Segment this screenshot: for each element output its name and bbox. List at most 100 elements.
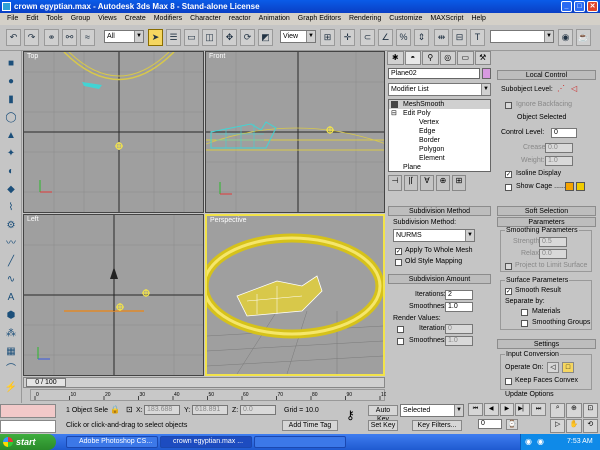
maximize-button[interactable]: □	[574, 1, 585, 12]
display-tab-icon[interactable]: ▭	[457, 51, 474, 65]
create-spline-icon[interactable]: ∿	[3, 273, 19, 287]
text-tool-icon[interactable]: T	[470, 29, 485, 46]
render-smoothness-checkbox[interactable]	[397, 338, 404, 345]
arc-rotate-icon[interactable]: ⟲	[582, 418, 598, 433]
smoothing-groups-checkbox[interactable]	[521, 320, 528, 327]
select-by-name-icon[interactable]: ☰	[166, 29, 181, 46]
reference-coordinate-dropdown[interactable]: View ▼	[280, 30, 316, 43]
render-iterations-checkbox[interactable]	[397, 326, 404, 333]
play-icon[interactable]: ▶	[499, 403, 515, 416]
create-cone-icon[interactable]: ▲	[3, 129, 19, 143]
tray-icon[interactable]: ◉	[525, 437, 532, 446]
stack-item-element[interactable]: Element	[389, 154, 490, 163]
set-key-button[interactable]: Set Key	[368, 420, 398, 431]
create-tab-icon[interactable]: ✱	[387, 51, 404, 65]
menu-modifiers[interactable]: Modifiers	[150, 13, 186, 25]
render-iterations-spinner[interactable]: 0	[445, 324, 473, 334]
menu-edit[interactable]: Edit	[22, 13, 42, 25]
task-photoshop[interactable]: Adobe Photoshop CS...	[66, 436, 158, 448]
create-dynamics-icon[interactable]: ⚡	[3, 381, 19, 395]
smooth-result-checkbox[interactable]: ✓	[505, 288, 512, 295]
menu-reactor[interactable]: reactor	[225, 13, 255, 25]
rollout-parameters[interactable]: Parameters	[497, 217, 596, 227]
auto-key-button[interactable]: Auto Key	[368, 405, 398, 423]
create-patch-icon[interactable]: ▦	[3, 345, 19, 359]
menu-animation[interactable]: Animation	[255, 13, 294, 25]
select-move-icon[interactable]: ✥	[222, 29, 237, 46]
subdivision-method-dropdown[interactable]: NURMS ▼	[393, 229, 475, 242]
create-shape-icon[interactable]: 〰	[3, 237, 19, 251]
x-coordinate-field[interactable]: 183.688	[144, 405, 180, 415]
redo-icon[interactable]: ↷	[24, 29, 39, 46]
maxscript-listener-mini[interactable]	[0, 404, 56, 418]
add-time-tag-button[interactable]: Add Time Tag	[282, 420, 338, 431]
next-frame-icon[interactable]: ▶▏	[515, 403, 531, 416]
remove-modifier-icon[interactable]: ⊕	[436, 175, 450, 191]
rollout-local-control[interactable]: Local Control	[497, 70, 596, 80]
key-filters-button[interactable]: Key Filters...	[412, 420, 462, 431]
zoom-icon[interactable]: ⌕	[550, 403, 566, 418]
menu-views[interactable]: Views	[94, 13, 121, 25]
pan-icon[interactable]: ✋	[566, 418, 582, 433]
vertex-subobject-icon[interactable]: ⋰	[557, 84, 565, 93]
create-torus-icon[interactable]: ◯	[3, 111, 19, 125]
stack-item-edit-poly[interactable]: ⊟ Edit Poly	[389, 109, 490, 118]
rollout-settings[interactable]: Settings	[497, 339, 596, 349]
viewport-top[interactable]: Top	[23, 51, 204, 213]
relax-spinner[interactable]: 0.0	[539, 249, 567, 259]
smoothness-spinner[interactable]: 1.0	[445, 302, 473, 312]
menu-group[interactable]: Group	[67, 13, 94, 25]
spinner-snap-icon[interactable]: ⇕	[414, 29, 429, 46]
snap-toggle-icon[interactable]: ⊂	[360, 29, 375, 46]
rollout-subdivision-amount[interactable]: Subdivision Amount	[388, 274, 491, 284]
mirror-icon[interactable]: ⇹	[434, 29, 449, 46]
create-particle-icon[interactable]: ⁂	[3, 327, 19, 341]
select-scale-icon[interactable]: ◩	[258, 29, 273, 46]
stack-item-vertex[interactable]: Vertex	[389, 118, 490, 127]
zoom-extents-icon[interactable]: ⊡	[582, 403, 598, 418]
cage-color-swatch-1[interactable]	[565, 182, 574, 191]
pivot-center-icon[interactable]: ⊞	[320, 29, 335, 46]
pin-stack-icon[interactable]: ⊣	[388, 175, 402, 191]
operate-on-polygons-icon[interactable]: □	[562, 362, 574, 373]
select-link-icon[interactable]: ⚭	[44, 29, 59, 46]
menu-maxscript[interactable]: MAXScript	[426, 13, 467, 25]
align-icon[interactable]: ⊟	[452, 29, 467, 46]
minimize-button[interactable]: _	[561, 1, 572, 12]
unlink-icon[interactable]: ⚯	[62, 29, 77, 46]
start-button[interactable]: start	[0, 434, 56, 450]
stack-item-polygon[interactable]: Polygon	[389, 145, 490, 154]
render-smoothness-spinner[interactable]: 1.0	[445, 336, 473, 346]
previous-frame-icon[interactable]: ◀	[483, 403, 499, 416]
go-to-end-icon[interactable]: ⏭	[531, 403, 546, 416]
stack-item-meshsmooth[interactable]: MeshSmooth	[389, 100, 490, 109]
menu-help[interactable]: Help	[467, 13, 489, 25]
viewport-left[interactable]: Left	[23, 214, 204, 376]
weight-spinner[interactable]: 1.0	[545, 156, 573, 166]
time-slider-thumb[interactable]: 0 / 100	[26, 378, 66, 387]
modify-tab-icon[interactable]: ◓	[404, 51, 421, 65]
create-nurbs-icon[interactable]: ⌒	[3, 363, 19, 377]
motion-tab-icon[interactable]: ◎	[439, 51, 456, 65]
close-button[interactable]: ✕	[587, 1, 598, 12]
select-object-icon[interactable]: ➤	[148, 29, 163, 46]
y-coordinate-field[interactable]: 618.891	[192, 405, 228, 415]
absolute-mode-icon[interactable]: ⊡	[126, 405, 136, 415]
make-unique-icon[interactable]: ∀	[420, 175, 434, 191]
create-text-icon[interactable]: A	[3, 291, 19, 305]
lock-selection-icon[interactable]: 🔒	[110, 405, 120, 415]
viewport-perspective[interactable]: Perspective	[205, 214, 385, 376]
iterations-spinner[interactable]: 2	[445, 290, 473, 300]
edge-subobject-icon[interactable]: ◁	[571, 84, 577, 93]
apply-whole-mesh-checkbox[interactable]: ✓	[395, 248, 402, 255]
keep-faces-convex-checkbox[interactable]	[505, 378, 512, 385]
named-selection-dropdown[interactable]: ▼	[490, 30, 554, 43]
key-selection-dropdown[interactable]: Selected ▼	[400, 404, 464, 417]
angle-snap-icon[interactable]: ∠	[378, 29, 393, 46]
project-limit-checkbox[interactable]	[505, 263, 512, 270]
show-end-result-icon[interactable]: |⌈	[404, 175, 418, 191]
tray-icon[interactable]: ◉	[537, 437, 544, 446]
create-spacewarp-icon[interactable]: ⌇	[3, 201, 19, 215]
select-rotate-icon[interactable]: ⟳	[240, 29, 255, 46]
create-camera-icon[interactable]: ◐	[3, 165, 19, 179]
